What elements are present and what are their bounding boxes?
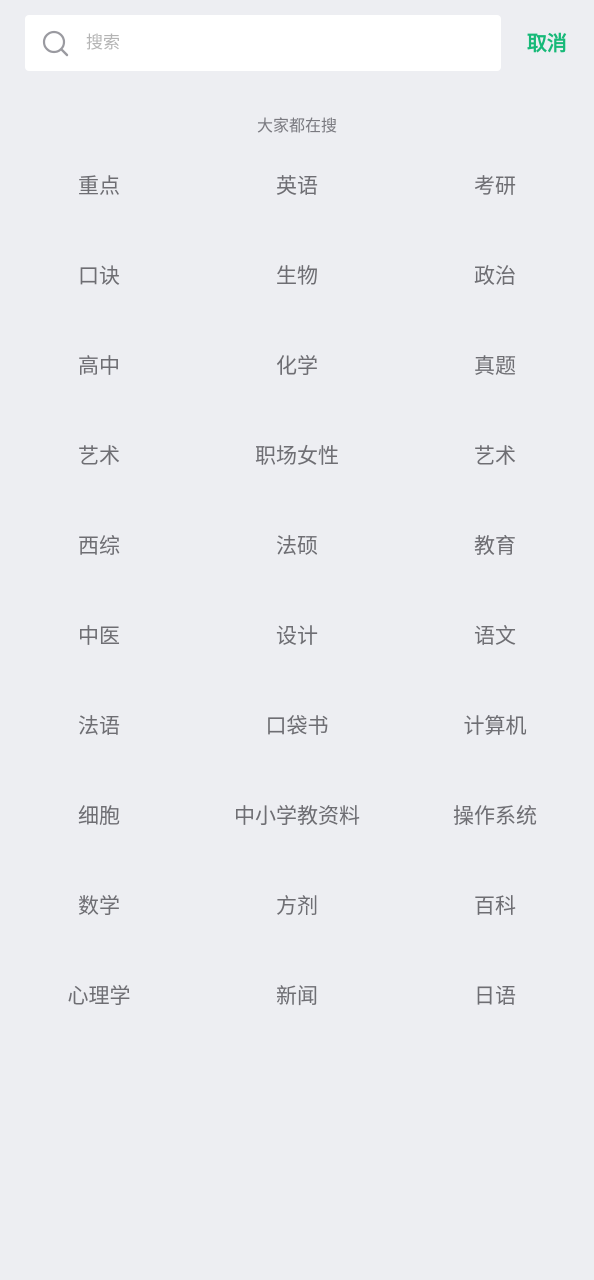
hot-search-tag[interactable]: 重点 [0,140,198,230]
hot-search-tag[interactable]: 口袋书 [198,680,396,770]
hot-search-tag[interactable]: 计算机 [396,680,594,770]
hot-search-tag[interactable]: 化学 [198,320,396,410]
hot-search-tag[interactable]: 艺术 [396,410,594,500]
hot-search-tag[interactable]: 设计 [198,590,396,680]
hot-search-tag[interactable]: 英语 [198,140,396,230]
hot-search-tag[interactable]: 新闻 [198,950,396,1040]
hot-search-tag[interactable]: 语文 [396,590,594,680]
hot-search-title: 大家都在搜 [256,116,337,135]
hot-search-tag[interactable]: 法硕 [198,500,396,590]
search-input[interactable] [86,15,486,71]
hot-search-tag[interactable]: 西综 [0,500,198,590]
hot-search-tag[interactable]: 心理学 [0,950,198,1040]
hot-search-tag[interactable]: 数学 [0,860,198,950]
hot-search-tag[interactable]: 生物 [198,230,396,320]
hot-search-tag[interactable]: 政治 [396,230,594,320]
hot-search-tag[interactable]: 日语 [396,950,594,1040]
cancel-button[interactable]: 取消 [515,15,579,71]
hot-search-tag[interactable]: 中小学教资料 [198,770,396,860]
hot-search-tag[interactable]: 考研 [396,140,594,230]
hot-search-tag[interactable]: 操作系统 [396,770,594,860]
hot-search-tag[interactable]: 艺术 [0,410,198,500]
hot-search-tag[interactable]: 口诀 [0,230,198,320]
hot-search-tag[interactable]: 高中 [0,320,198,410]
hot-search-tag[interactable]: 方剂 [198,860,396,950]
search-icon [42,30,69,57]
hot-search-tag[interactable]: 法语 [0,680,198,770]
hot-search-grid: 重点 英语 考研 口诀 生物 政治 高中 化学 真题 艺术 职场女性 艺术 西综… [0,140,594,1040]
hot-search-tag[interactable]: 中医 [0,590,198,680]
hot-search-tag[interactable]: 职场女性 [198,410,396,500]
hot-search-tag[interactable]: 细胞 [0,770,198,860]
search-bar[interactable] [25,15,501,71]
hot-search-tag[interactable]: 教育 [396,500,594,590]
hot-search-tag[interactable]: 百科 [396,860,594,950]
hot-search-tag[interactable]: 真题 [396,320,594,410]
